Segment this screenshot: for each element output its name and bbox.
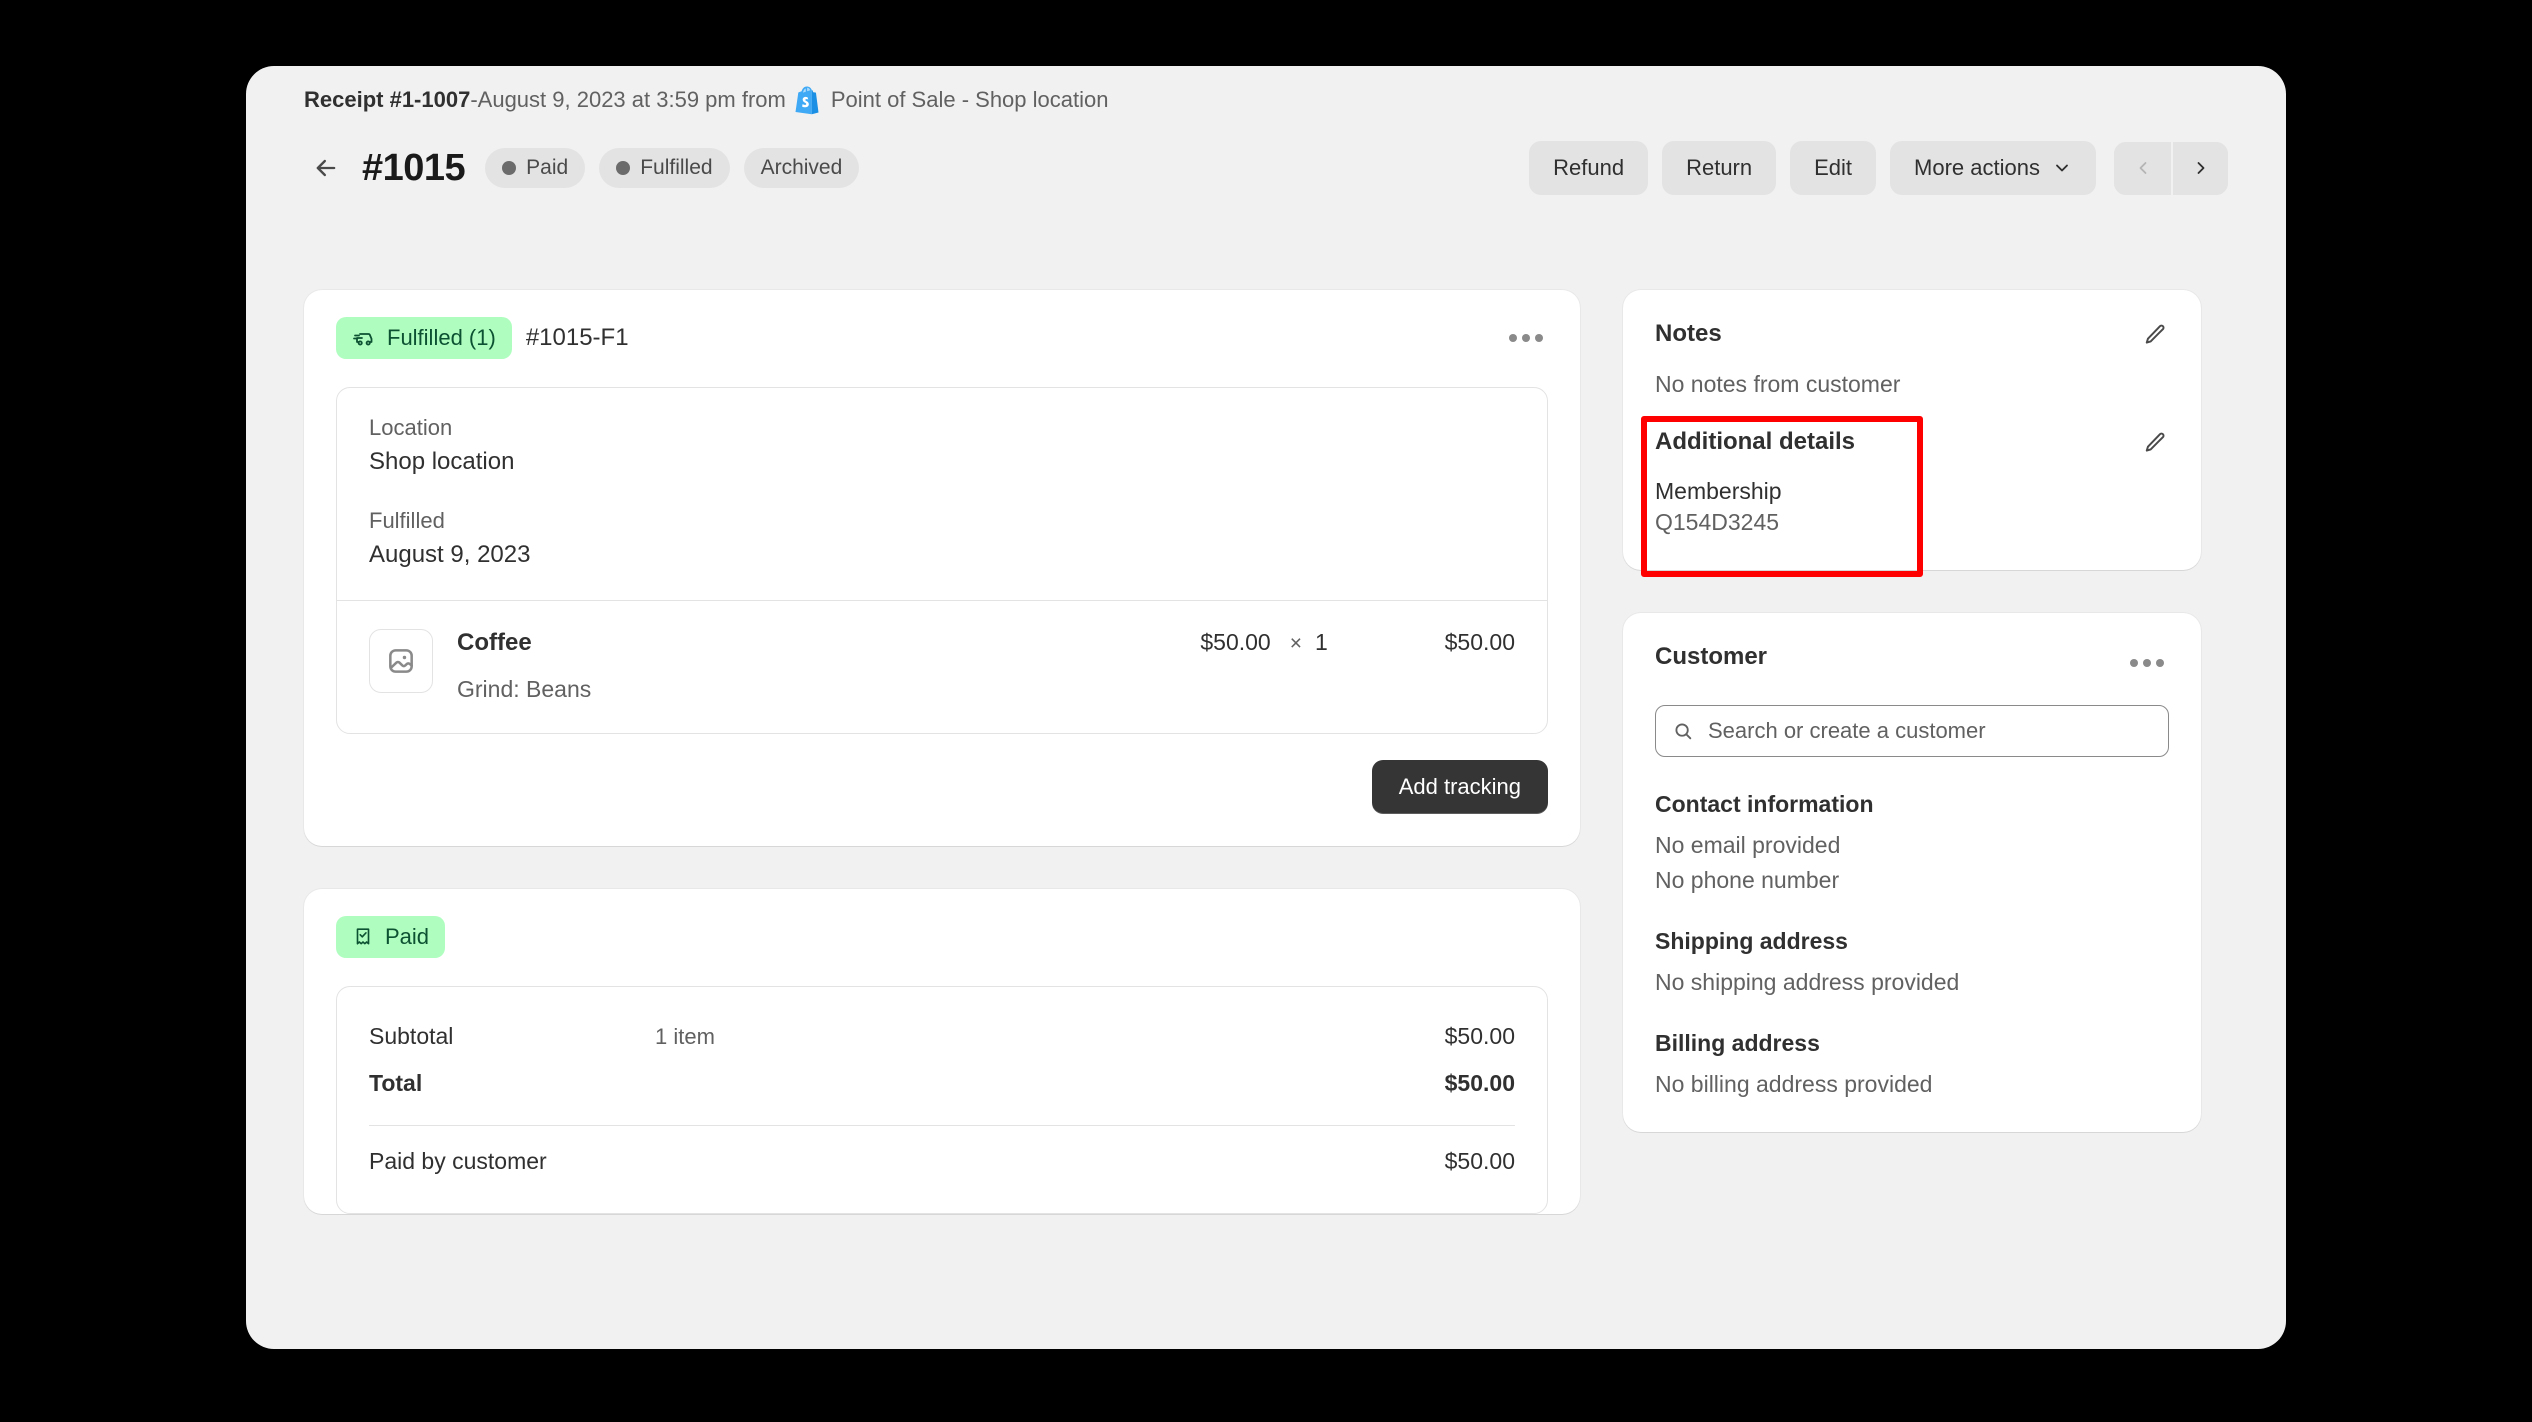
line-item-variant: Grind: Beans [457, 676, 1515, 703]
additional-details-key: Membership [1655, 478, 1855, 505]
more-actions-button[interactable]: More actions [1890, 141, 2096, 195]
chevron-down-icon [2052, 158, 2072, 178]
notes-title: Notes [1655, 320, 1722, 348]
totals-row-subtotal: Subtotal 1 item $50.00 [369, 1013, 1515, 1060]
page-title: #1015 [362, 147, 465, 190]
edit-button[interactable]: Edit [1790, 141, 1876, 195]
delivery-truck-icon [352, 326, 376, 350]
order-content: Fulfilled (1) #1015-F1 Location Shop loc… [304, 290, 2228, 1214]
more-actions-button-label: More actions [1914, 155, 2040, 181]
billing-address-value: No billing address provided [1655, 1071, 2169, 1098]
line-item-quantity: 1 [1315, 629, 1335, 656]
chevron-right-icon[interactable] [2171, 142, 2228, 195]
location-label: Location [369, 415, 1515, 441]
line-item-title[interactable]: Coffee [457, 629, 532, 657]
pencil-edit-icon[interactable] [2135, 317, 2175, 353]
totals-row-paid: Paid by customer $50.00 [369, 1138, 1515, 1185]
line-item-pricing: $50.00 × 1 $50.00 [1200, 629, 1515, 656]
status-badge-fulfilled: Fulfilled [599, 148, 729, 187]
customer-card: Customer Contact information No [1623, 613, 2201, 1132]
back-arrow-icon[interactable] [304, 146, 348, 190]
payment-card: Paid Subtotal 1 item $50.00 Total $ [304, 889, 1580, 1214]
refund-button-label: Refund [1553, 155, 1624, 181]
more-options-icon[interactable] [2125, 643, 2169, 683]
subtotal-amount: $50.00 [1445, 1023, 1515, 1050]
refund-button[interactable]: Refund [1529, 141, 1648, 195]
shipping-address-value: No shipping address provided [1655, 969, 2169, 996]
fulfillment-card: Fulfilled (1) #1015-F1 Location Shop loc… [304, 290, 1580, 846]
fulfillment-details-box: Location Shop location Fulfilled August … [336, 387, 1548, 734]
fulfilled-date-group: Fulfilled August 9, 2023 [369, 508, 1515, 569]
main-column: Fulfilled (1) #1015-F1 Location Shop loc… [304, 290, 1580, 1214]
product-thumbnail [369, 629, 433, 693]
pagination [2114, 142, 2228, 195]
fulfilled-value: August 9, 2023 [369, 541, 1515, 569]
line-item: Coffee $50.00 × 1 $50.00 Grind: Beans [337, 600, 1547, 733]
totals-divider [369, 1125, 1515, 1126]
totals-box: Subtotal 1 item $50.00 Total $50.00 Paid… [336, 986, 1548, 1214]
customer-phone: No phone number [1655, 867, 2169, 894]
subtotal-label: Subtotal [369, 1023, 655, 1050]
fulfillment-status-label: Fulfilled (1) [387, 325, 496, 351]
status-badge-paid-label: Paid [526, 155, 568, 180]
customer-title: Customer [1655, 643, 1767, 671]
return-button[interactable]: Return [1662, 141, 1776, 195]
order-page-frame: #1015 Paid Fulfilled Archived Refund [246, 66, 2286, 1349]
location-group: Location Shop location [369, 415, 1515, 476]
status-badge-archived-label: Archived [761, 155, 843, 180]
contact-information-title: Contact information [1655, 791, 2169, 818]
search-icon [1672, 720, 1694, 742]
customer-search-field[interactable] [1655, 705, 2169, 757]
line-item-total: $50.00 [1335, 629, 1515, 656]
paid-by-customer-label: Paid by customer [369, 1148, 655, 1175]
add-tracking-button[interactable]: Add tracking [1372, 760, 1548, 814]
payment-status-label: Paid [385, 924, 429, 950]
line-item-unit-price: $50.00 [1200, 629, 1270, 656]
shipping-address-title: Shipping address [1655, 928, 2169, 955]
status-badge-archived: Archived [744, 148, 860, 187]
notes-empty-text: No notes from customer [1655, 371, 2169, 398]
notes-card: Notes No notes from customer Additional … [1623, 290, 2201, 570]
more-options-icon[interactable] [1504, 318, 1548, 358]
total-label: Total [369, 1070, 655, 1097]
return-button-label: Return [1686, 155, 1752, 181]
fulfillment-status-badge: Fulfilled (1) [336, 317, 512, 359]
fulfilled-label: Fulfilled [369, 508, 1515, 534]
search-input[interactable] [1708, 718, 2152, 744]
pencil-edit-icon[interactable] [2135, 425, 2175, 461]
status-badge-paid: Paid [485, 148, 585, 187]
chevron-left-icon[interactable] [2114, 142, 2171, 195]
additional-details-value: Q154D3245 [1655, 509, 1855, 536]
add-tracking-button-label: Add tracking [1399, 774, 1521, 799]
edit-button-label: Edit [1814, 155, 1852, 181]
location-value: Shop location [369, 448, 1515, 476]
fulfillment-name: #1015-F1 [526, 324, 629, 352]
payment-status-badge: Paid [336, 916, 445, 958]
additional-details-title: Additional details [1655, 428, 1855, 456]
customer-email: No email provided [1655, 832, 2169, 859]
status-badge-fulfilled-label: Fulfilled [640, 155, 712, 180]
image-placeholder-icon [385, 645, 417, 677]
side-column: Notes No notes from customer Additional … [1623, 290, 2201, 1132]
total-amount: $50.00 [1445, 1070, 1515, 1097]
additional-details-section: Additional details Membership Q154D3245 [1655, 428, 2169, 536]
line-item-multiply-symbol: × [1290, 632, 1302, 656]
subtotal-detail: 1 item [655, 1024, 1445, 1050]
totals-row-total: Total $50.00 [369, 1060, 1515, 1107]
receipt-check-icon [352, 926, 374, 948]
status-dot [502, 161, 516, 175]
billing-address-title: Billing address [1655, 1030, 2169, 1057]
order-header: #1015 Paid Fulfilled Archived Refund [246, 66, 2286, 195]
status-dot [616, 161, 630, 175]
paid-by-customer-amount: $50.00 [1445, 1148, 1515, 1175]
